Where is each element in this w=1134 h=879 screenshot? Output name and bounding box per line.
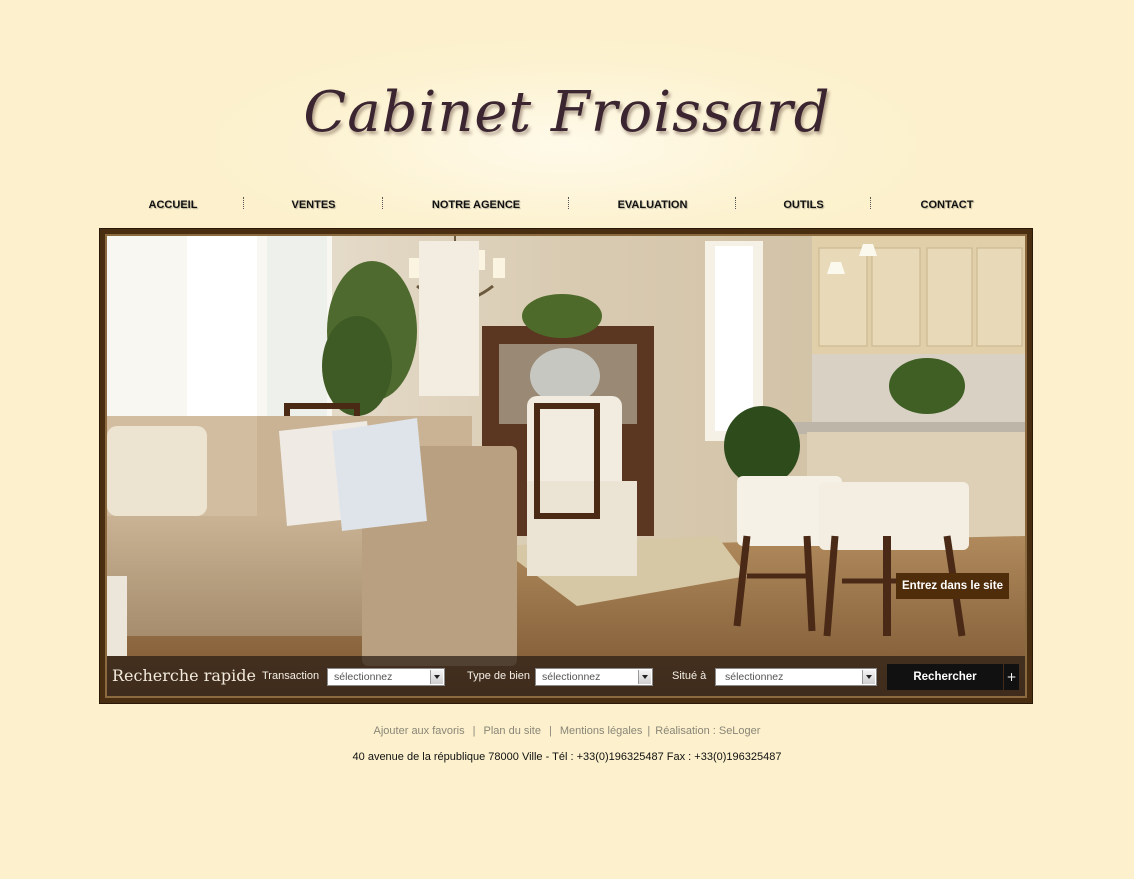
- transaction-label: Transaction: [262, 670, 320, 682]
- transaction-select-value: sélectionnez: [334, 671, 393, 683]
- footer-link-sitemap[interactable]: Plan du site: [484, 725, 541, 737]
- footer-separator: |: [647, 725, 651, 737]
- chevron-down-icon[interactable]: [862, 670, 875, 684]
- transaction-select[interactable]: sélectionnez: [327, 668, 445, 686]
- advanced-search-plus-button[interactable]: +: [1004, 664, 1019, 690]
- footer-link-credits[interactable]: Réalisation : SeLoger: [655, 725, 760, 737]
- nav-item-notre-agence[interactable]: NOTRE AGENCE: [384, 199, 568, 211]
- search-button[interactable]: Rechercher: [887, 664, 1003, 690]
- hero-frame: Entrez dans le site Recherche rapide Tra…: [99, 228, 1033, 704]
- header-glow: [217, 40, 917, 250]
- chevron-down-icon[interactable]: [430, 670, 443, 684]
- property-type-select-value: sélectionnez: [542, 671, 601, 683]
- footer-separator: |: [548, 725, 552, 737]
- footer-separator: |: [472, 725, 476, 737]
- property-type-label: Type de bien: [467, 670, 530, 682]
- nav-item-outils[interactable]: OUTILS: [737, 199, 870, 211]
- property-type-select[interactable]: sélectionnez: [535, 668, 653, 686]
- enter-site-button[interactable]: Entrez dans le site: [896, 573, 1009, 599]
- footer-links: Ajouter aux favoris | Plan du site | Mention…: [0, 725, 1134, 737]
- footer-link-favorites[interactable]: Ajouter aux favoris: [374, 725, 465, 737]
- site-logo[interactable]: Cabinet Froissard: [0, 80, 1134, 145]
- chevron-down-icon[interactable]: [638, 670, 651, 684]
- location-select[interactable]: sélectionnez: [715, 668, 877, 686]
- nav-item-accueil[interactable]: ACCUEIL: [103, 199, 243, 211]
- nav-item-evaluation[interactable]: EVALUATION: [570, 199, 735, 211]
- main-navigation: ACCUEIL VENTES NOTRE AGENCE EVALUATION O…: [103, 195, 1031, 215]
- nav-item-ventes[interactable]: VENTES: [245, 199, 382, 211]
- quick-search-bar: Recherche rapide Transaction sélectionne…: [107, 656, 1025, 696]
- quick-search-title: Recherche rapide: [112, 666, 256, 685]
- footer-address: 40 avenue de la république 78000 Ville -…: [352, 751, 782, 763]
- living-room-photo: [107, 236, 1025, 696]
- nav-item-contact[interactable]: CONTACT: [872, 199, 1022, 211]
- footer-link-legal[interactable]: Mentions légales: [560, 725, 643, 737]
- hero-inner: Entrez dans le site Recherche rapide Tra…: [105, 234, 1027, 698]
- location-label: Situé à: [672, 670, 707, 682]
- location-select-value: sélectionnez: [725, 671, 784, 683]
